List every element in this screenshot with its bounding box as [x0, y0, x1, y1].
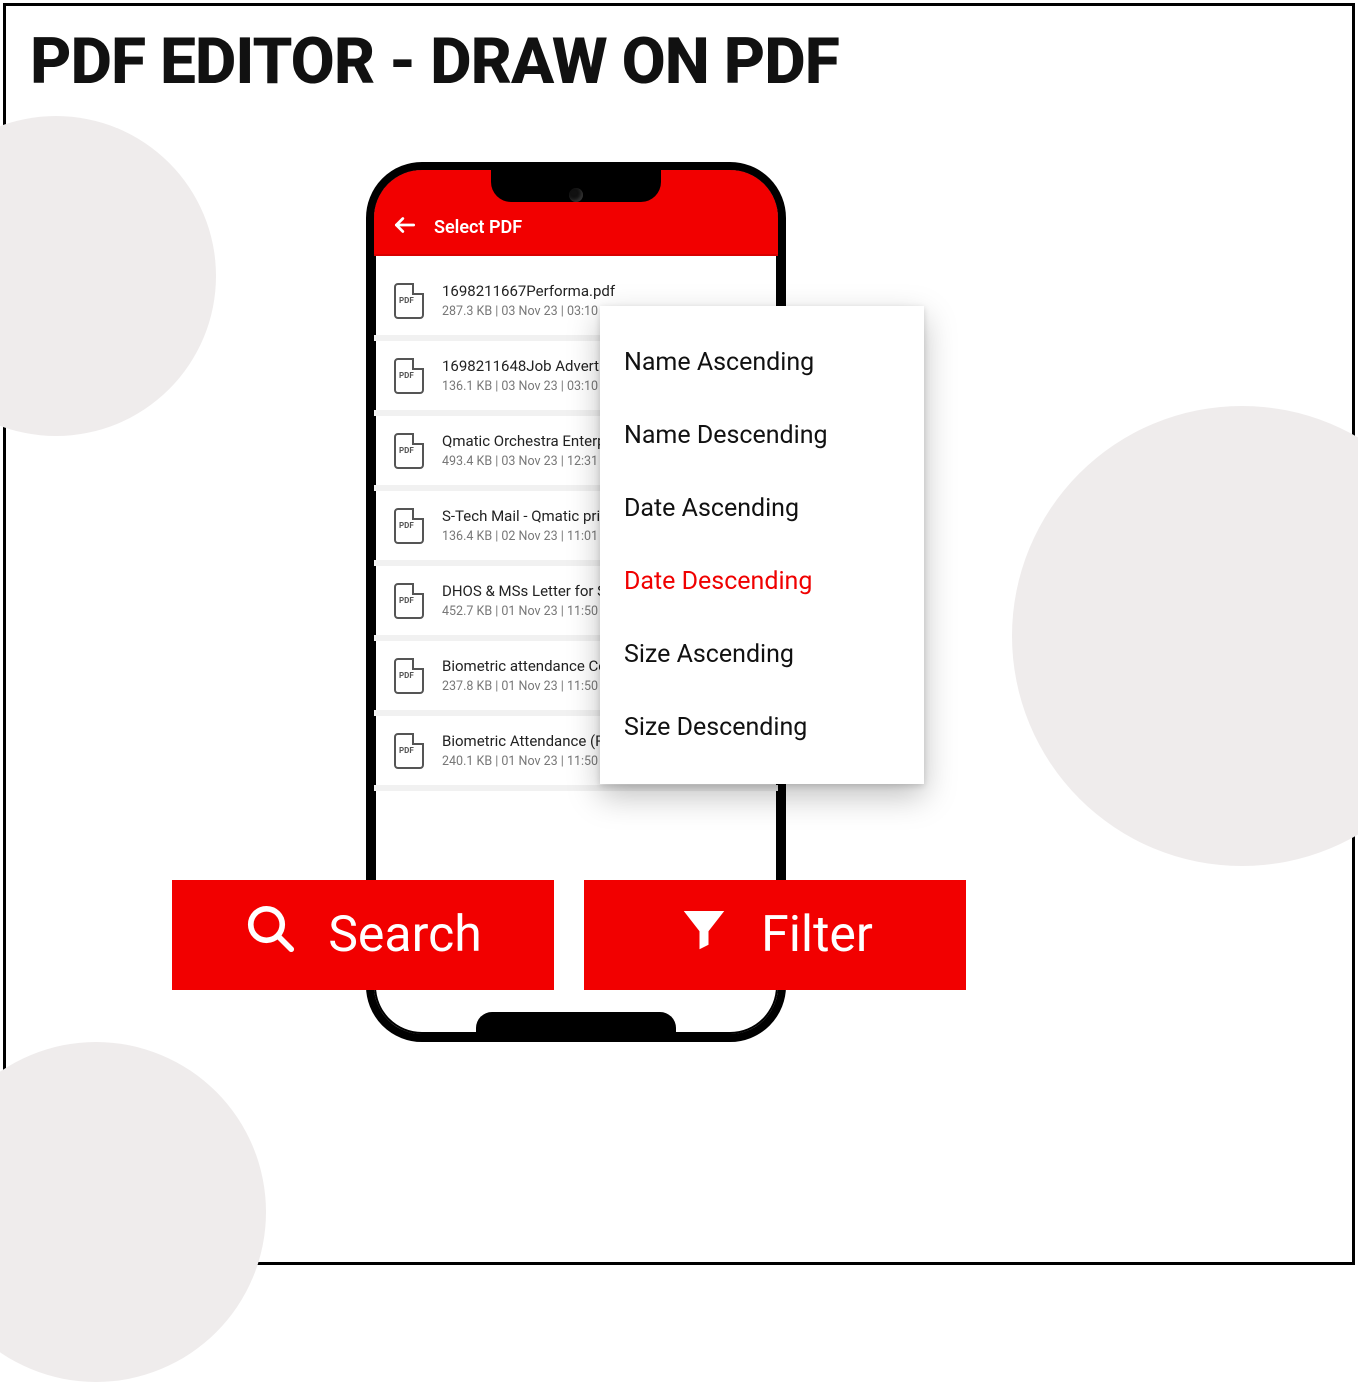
search-button-label: Search: [328, 906, 482, 964]
pdf-file-icon: [394, 733, 424, 769]
decorative-circle: [0, 116, 216, 436]
decorative-circle: [0, 1042, 266, 1382]
sort-option-date-descending[interactable]: Date Descending: [600, 545, 924, 618]
filter-icon: [677, 902, 731, 969]
sort-option-name-descending[interactable]: Name Descending: [600, 399, 924, 472]
file-name: 1698211667Performa.pdf: [442, 282, 758, 300]
sort-option-name-ascending[interactable]: Name Ascending: [600, 326, 924, 399]
decorative-circle: [1012, 406, 1358, 866]
back-arrow-icon[interactable]: [392, 212, 418, 238]
filter-button-label: Filter: [761, 906, 873, 964]
sort-option-date-ascending[interactable]: Date Ascending: [600, 472, 924, 545]
pdf-file-icon: [394, 583, 424, 619]
sort-option-size-descending[interactable]: Size Descending: [600, 691, 924, 764]
action-button-row: Search Filter: [172, 880, 966, 990]
page-title: PDF EDITOR - DRAW ON PDF: [30, 24, 839, 99]
pdf-file-icon: [394, 358, 424, 394]
filter-button[interactable]: Filter: [584, 880, 966, 990]
phone-home-indicator: [476, 1012, 676, 1034]
app-header-title: Select PDF: [434, 217, 522, 238]
sort-filter-menu: Name Ascending Name Descending Date Asce…: [600, 306, 924, 784]
pdf-file-icon: [394, 508, 424, 544]
pdf-file-icon: [394, 283, 424, 319]
promo-frame: PDF EDITOR - DRAW ON PDF Select PDF 1698…: [3, 3, 1355, 1265]
sort-option-size-ascending[interactable]: Size Ascending: [600, 618, 924, 691]
search-button[interactable]: Search: [172, 880, 554, 990]
pdf-file-icon: [394, 658, 424, 694]
search-icon: [244, 902, 298, 969]
pdf-file-icon: [394, 433, 424, 469]
phone-notch: [491, 170, 661, 202]
